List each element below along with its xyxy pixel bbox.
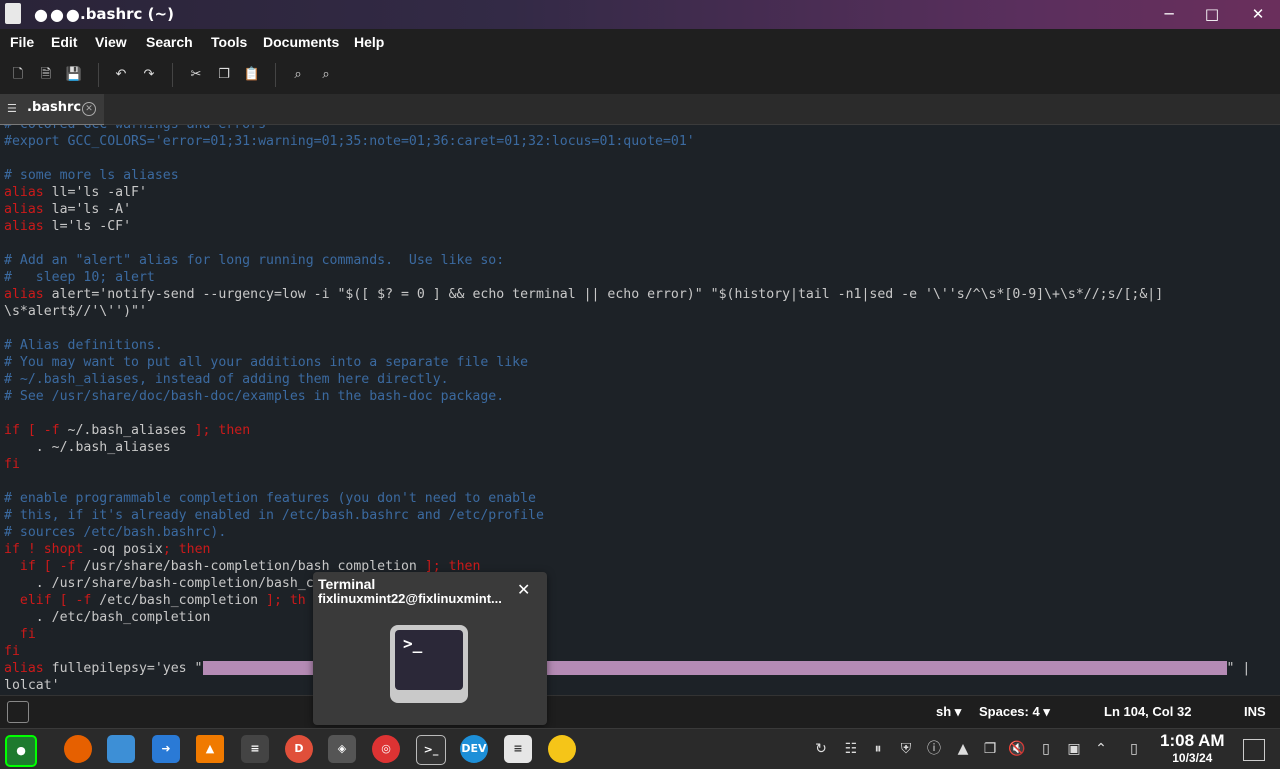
code-line: # enable programmable completion feature… xyxy=(4,491,536,506)
copy-tray-icon[interactable]: ❐ xyxy=(980,739,1000,759)
open-document-icon[interactable]: 🗎 xyxy=(37,66,55,84)
notification-close-icon[interactable]: ✕ xyxy=(517,580,530,599)
code-line: lolcat' xyxy=(4,678,60,693)
vlc-tray-icon[interactable]: ▲ xyxy=(953,739,973,759)
taskbar: ● ➜ ▲ ≡ D ◈ ◎ >_ DEV ≡ ↻ ☷ ⏸ ⛨ ⓘ ▲ ❐ 🔇 ▯… xyxy=(0,728,1280,769)
tab-width-selector[interactable]: Spaces: 4 ▾ xyxy=(979,704,1050,720)
menu-documents[interactable]: Documents xyxy=(263,34,339,50)
status-bar: sh ▾ Spaces: 4 ▾ Ln 104, Col 32 INS xyxy=(0,695,1280,728)
mute-icon[interactable]: 🔇 xyxy=(1007,739,1027,759)
menu-icon[interactable]: ● xyxy=(5,735,37,767)
modified-indicator: ●●● xyxy=(34,5,82,24)
chevron-up-icon[interactable]: ⌃ xyxy=(1091,739,1111,759)
tab-bar: ☰ .bashrc ✕ xyxy=(0,94,1280,126)
toolbar: 🗋 🗎 💾 ↶ ↷ ✂ ❐ 📋 ⌕ ⌕ xyxy=(0,56,1280,94)
code-line: . /etc/bash_completion xyxy=(4,610,211,625)
code-line: . /usr/share/bash-completion/bash_c xyxy=(4,576,314,591)
menu-help[interactable]: Help xyxy=(354,34,384,50)
code-line: fi xyxy=(4,627,36,642)
maximize-button[interactable]: □ xyxy=(1200,4,1224,24)
pause-icon[interactable]: ⏸ xyxy=(868,739,888,759)
replace-icon[interactable]: ⌕ xyxy=(317,66,335,84)
undo-icon[interactable]: ↶ xyxy=(112,66,130,84)
notification-title: Terminal xyxy=(318,576,376,592)
code-editor[interactable]: # colored GCC warnings and errors #expor… xyxy=(0,125,1280,695)
code-line: alias l='ls -CF' xyxy=(4,219,132,234)
code-line: # Alias definitions. xyxy=(4,338,163,353)
menu-file[interactable]: File xyxy=(10,34,34,50)
terminal-icon: >_ xyxy=(390,625,468,703)
text-editor-icon[interactable]: ≡ xyxy=(504,735,532,763)
cut-icon[interactable]: ✂ xyxy=(187,66,205,84)
code-line: \s*alert$//'\'')"' xyxy=(4,304,147,319)
lifesaver-icon[interactable]: ◎ xyxy=(372,735,400,763)
network-icon[interactable]: ☷ xyxy=(841,739,861,759)
copy-icon[interactable]: ❐ xyxy=(215,66,233,84)
mixer-icon[interactable]: ≡ xyxy=(241,735,269,763)
shield-icon[interactable]: ⛨ xyxy=(896,739,916,759)
language-selector[interactable]: sh ▾ xyxy=(936,704,961,720)
vlc-icon[interactable]: ▲ xyxy=(196,735,224,763)
menu-tools[interactable]: Tools xyxy=(211,34,247,50)
update-manager-icon[interactable]: ↻ xyxy=(811,739,831,759)
code-line: # ~/.bash_aliases, instead of adding the… xyxy=(4,372,449,387)
notification-body: fixlinuxmint22@fixlinuxmint... xyxy=(318,591,502,606)
info-icon[interactable]: ⓘ xyxy=(924,739,944,759)
clock[interactable]: 1:08 AM 10/3/24 xyxy=(1160,731,1225,765)
cursor-position: Ln 104, Col 32 xyxy=(1104,704,1192,719)
phone-icon[interactable]: ▯ xyxy=(1124,739,1144,759)
close-window-button[interactable]: ✕ xyxy=(1246,4,1270,24)
terminal-icon[interactable]: >_ xyxy=(416,735,446,765)
menu-search[interactable]: Search xyxy=(146,34,193,50)
display-icon[interactable]: ▣ xyxy=(1064,739,1084,759)
files-icon[interactable] xyxy=(107,735,135,763)
minimize-button[interactable]: ─ xyxy=(1157,4,1181,24)
code-line: # See /usr/share/doc/bash-doc/examples i… xyxy=(4,389,505,404)
search-icon[interactable]: ⌕ xyxy=(289,66,307,84)
redo-icon[interactable]: ↷ xyxy=(140,66,158,84)
code-line: alias la='ls -A' xyxy=(4,202,132,217)
new-document-icon[interactable]: 🗋 xyxy=(9,66,27,84)
code-line: # sleep 10; alert xyxy=(4,270,155,285)
menu-bar: File Edit View Search Tools Documents He… xyxy=(0,29,1280,56)
code-line: #export GCC_COLORS='error=01;31:warning=… xyxy=(4,134,695,149)
code-line: elif [ -f /etc/bash_completion ]; th xyxy=(4,593,306,608)
code-line: alias ll='ls -alF' xyxy=(4,185,147,200)
firefox-icon[interactable] xyxy=(64,735,92,763)
edge-dev-icon[interactable]: DEV xyxy=(460,735,488,763)
code-line: # colored GCC warnings and errors xyxy=(4,125,266,133)
software-manager-icon[interactable]: ➜ xyxy=(152,735,180,763)
show-desktop-icon[interactable] xyxy=(1243,739,1265,761)
code-line: if [ -f ~/.bash_aliases ]; then xyxy=(4,423,251,438)
chrome-icon[interactable]: D xyxy=(285,735,313,763)
code-line: # Add an "alert" alias for long running … xyxy=(4,253,505,268)
document-list-icon: ☰ xyxy=(7,102,17,115)
code-line: alias alert='notify-send --urgency=low -… xyxy=(4,287,1164,302)
vscode-icon[interactable]: ◈ xyxy=(328,735,356,763)
tab-bashrc[interactable]: ☰ .bashrc ✕ xyxy=(0,94,104,126)
insert-mode: INS xyxy=(1244,704,1266,719)
code-line: # sources /etc/bash.bashrc). xyxy=(4,525,227,540)
code-line: if ! shopt -oq posix; then xyxy=(4,542,211,557)
side-panel-toggle-icon[interactable] xyxy=(7,701,29,723)
pacman-icon[interactable] xyxy=(548,735,576,763)
text-editor-app-icon xyxy=(5,3,21,24)
code-line: # some more ls aliases xyxy=(4,168,179,183)
code-line: . ~/.bash_aliases xyxy=(4,440,171,455)
code-line: fi xyxy=(4,644,20,659)
title-bar: ●●● .bashrc (~) ─ □ ✕ xyxy=(0,0,1280,29)
menu-edit[interactable]: Edit xyxy=(51,34,77,50)
tab-label: .bashrc xyxy=(27,100,82,115)
notification-popup[interactable]: Terminal fixlinuxmint22@fixlinuxmint... … xyxy=(313,572,547,725)
paste-icon[interactable]: 📋 xyxy=(243,66,261,84)
close-tab-icon[interactable]: ✕ xyxy=(82,102,96,116)
code-line: # this, if it's already enabled in /etc/… xyxy=(4,508,544,523)
code-line: # You may want to put all your additions… xyxy=(4,355,529,370)
battery-icon[interactable]: ▯ xyxy=(1036,739,1056,759)
code-line: alias fullepilepsy='yes " " | xyxy=(4,661,1251,676)
code-line: fi xyxy=(4,457,20,472)
window-title: .bashrc (~) xyxy=(80,5,174,23)
save-icon[interactable]: 💾 xyxy=(65,66,83,84)
menu-view[interactable]: View xyxy=(95,34,127,50)
